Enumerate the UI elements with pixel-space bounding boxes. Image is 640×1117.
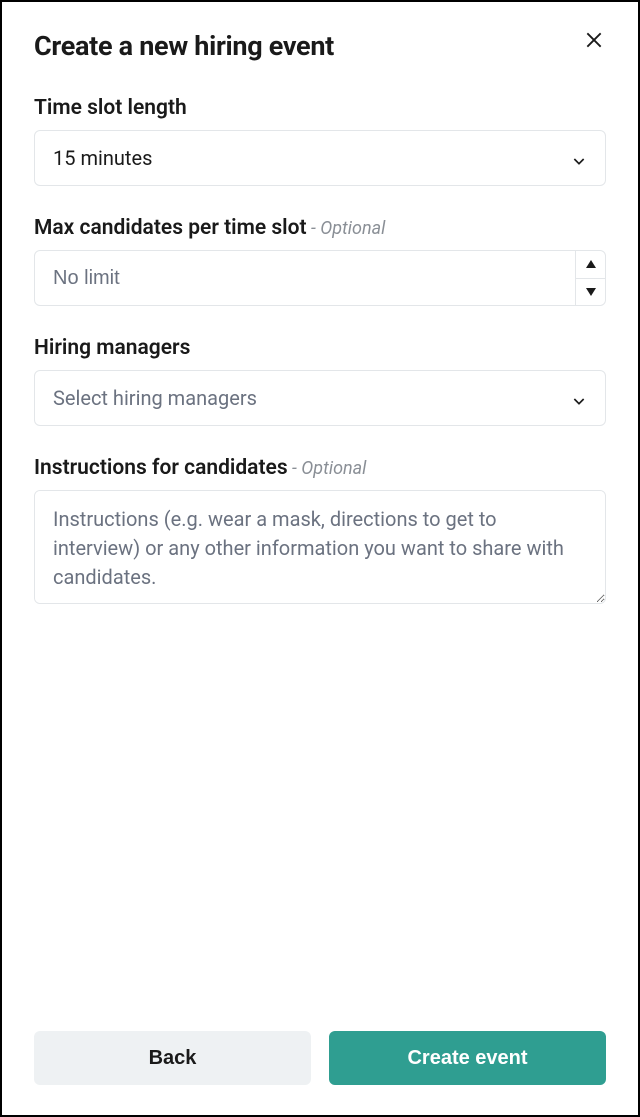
instructions-textarea[interactable]: [34, 490, 606, 604]
hiring-managers-select[interactable]: Select hiring managers: [34, 370, 606, 426]
spinner-up-button[interactable]: [576, 251, 605, 279]
max-candidates-label-text: Max candidates per time slot: [34, 216, 307, 240]
max-candidates-label: Max candidates per time slot - Optional: [34, 216, 606, 240]
optional-tag: - Optional: [288, 458, 367, 479]
time-slot-select[interactable]: 15 minutes: [34, 130, 606, 186]
form: Time slot length 15 minutes Max candidat…: [34, 96, 606, 1031]
optional-tag: - Optional: [307, 218, 386, 239]
number-spinner: [575, 251, 605, 305]
instructions-label-text: Instructions for candidates: [34, 456, 288, 480]
hiring-managers-field: Hiring managers Select hiring managers: [34, 336, 606, 426]
time-slot-value: 15 minutes: [53, 146, 152, 170]
chevron-down-icon: [571, 150, 587, 166]
create-event-button[interactable]: Create event: [329, 1031, 606, 1085]
max-candidates-input-wrap: [34, 250, 606, 306]
triangle-down-icon: [586, 288, 596, 296]
time-slot-field: Time slot length 15 minutes: [34, 96, 606, 186]
spinner-down-button[interactable]: [576, 279, 605, 306]
time-slot-label: Time slot length: [34, 96, 606, 120]
page-title: Create a new hiring event: [34, 30, 334, 62]
max-candidates-input[interactable]: [35, 251, 575, 305]
hiring-managers-placeholder: Select hiring managers: [53, 386, 257, 410]
max-candidates-field: Max candidates per time slot - Optional: [34, 216, 606, 306]
close-icon: [584, 30, 604, 50]
instructions-label: Instructions for candidates - Optional: [34, 456, 606, 480]
triangle-up-icon: [586, 260, 596, 268]
back-button[interactable]: Back: [34, 1031, 311, 1085]
hiring-managers-label: Hiring managers: [34, 336, 606, 360]
instructions-field: Instructions for candidates - Optional: [34, 456, 606, 604]
footer: Back Create event: [34, 1031, 606, 1085]
chevron-down-icon: [571, 390, 587, 406]
close-button[interactable]: [582, 28, 606, 52]
